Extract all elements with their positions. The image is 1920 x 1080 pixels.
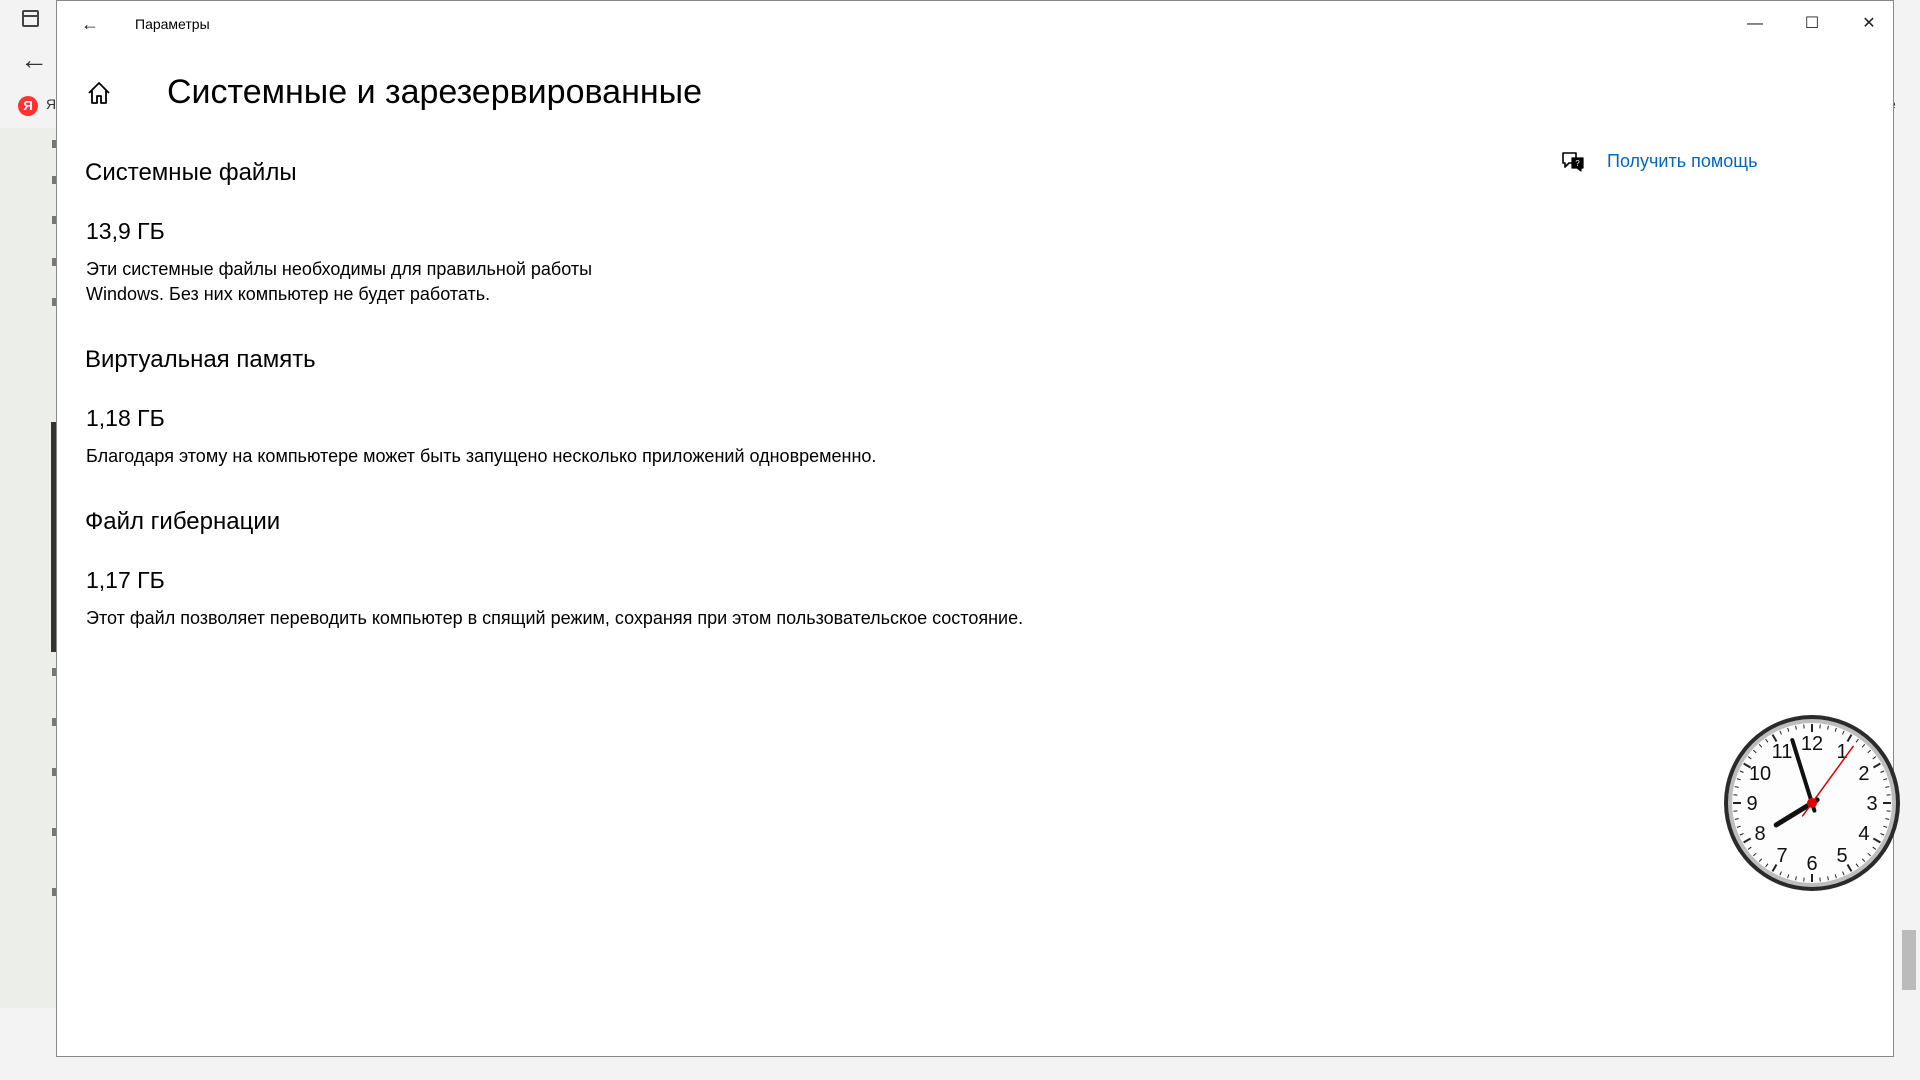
section-description-system-files: Эти системные файлы необходимы для прави… — [86, 259, 593, 304]
clock-numeral: 11 — [1772, 741, 1793, 763]
clock-numeral: 7 — [1776, 845, 1787, 867]
section-title-hibernation-file: Файл гибернации — [85, 508, 281, 535]
minimize-button[interactable]: — — [1727, 1, 1783, 47]
get-help-label[interactable]: Получить помощь — [1607, 151, 1757, 172]
clock-numeral: 10 — [1749, 763, 1771, 785]
yandex-logo-icon: Я — [18, 96, 38, 116]
section-size-hibernation-file: 1,17 ГБ — [86, 567, 165, 593]
clock-numeral: 6 — [1806, 853, 1817, 875]
back-button[interactable]: ← — [75, 9, 105, 39]
section-title-system-files: Системные файлы — [85, 159, 297, 186]
clock-numeral: 9 — [1746, 793, 1757, 815]
browser-back-arrow-icon[interactable]: ← — [20, 46, 48, 74]
clock-numeral: 5 — [1836, 845, 1847, 867]
title-bar[interactable]: ← Параметры — ☐ ✕ — [57, 1, 1893, 47]
section-description-virtual-memory: Благодаря этому на компьютере может быть… — [86, 446, 877, 466]
help-chat-icon: ? — [1562, 152, 1584, 172]
clock-center-hub — [1807, 798, 1817, 808]
section-size-virtual-memory: 1,18 ГБ — [86, 405, 165, 431]
clock-numeral: 1 — [1836, 741, 1847, 763]
settings-window: ← Параметры — ☐ ✕ Системные и зарезервир… — [56, 0, 1894, 1057]
desktop-clock-widget[interactable]: 12 12 3 45678 9 1011 — [1722, 713, 1902, 893]
maximize-button[interactable]: ☐ — [1784, 1, 1840, 47]
clock-numeral: 3 — [1866, 793, 1877, 815]
svg-text:?: ? — [1575, 159, 1580, 168]
clock-numeral: 8 — [1754, 823, 1765, 845]
background-scrollbar-thumb[interactable] — [1902, 930, 1916, 990]
close-button[interactable]: ✕ — [1841, 1, 1897, 47]
background-page-strip — [0, 128, 56, 1008]
window-title: Параметры — [135, 16, 210, 32]
tab-list-icon[interactable] — [22, 10, 39, 27]
clock-numeral: 4 — [1858, 823, 1869, 845]
page-title: Системные и зарезервированные — [167, 73, 702, 111]
section-size-system-files: 13,9 ГБ — [86, 218, 165, 244]
home-icon[interactable] — [85, 79, 113, 107]
section-title-virtual-memory: Виртуальная память — [85, 346, 316, 373]
clock-numeral: 12 — [1801, 733, 1823, 755]
bookmark-fragment[interactable]: Я — [46, 96, 56, 112]
clock-numeral: 2 — [1858, 763, 1869, 785]
section-description-hibernation-file: Этот файл позволяет переводить компьютер… — [86, 608, 1024, 628]
